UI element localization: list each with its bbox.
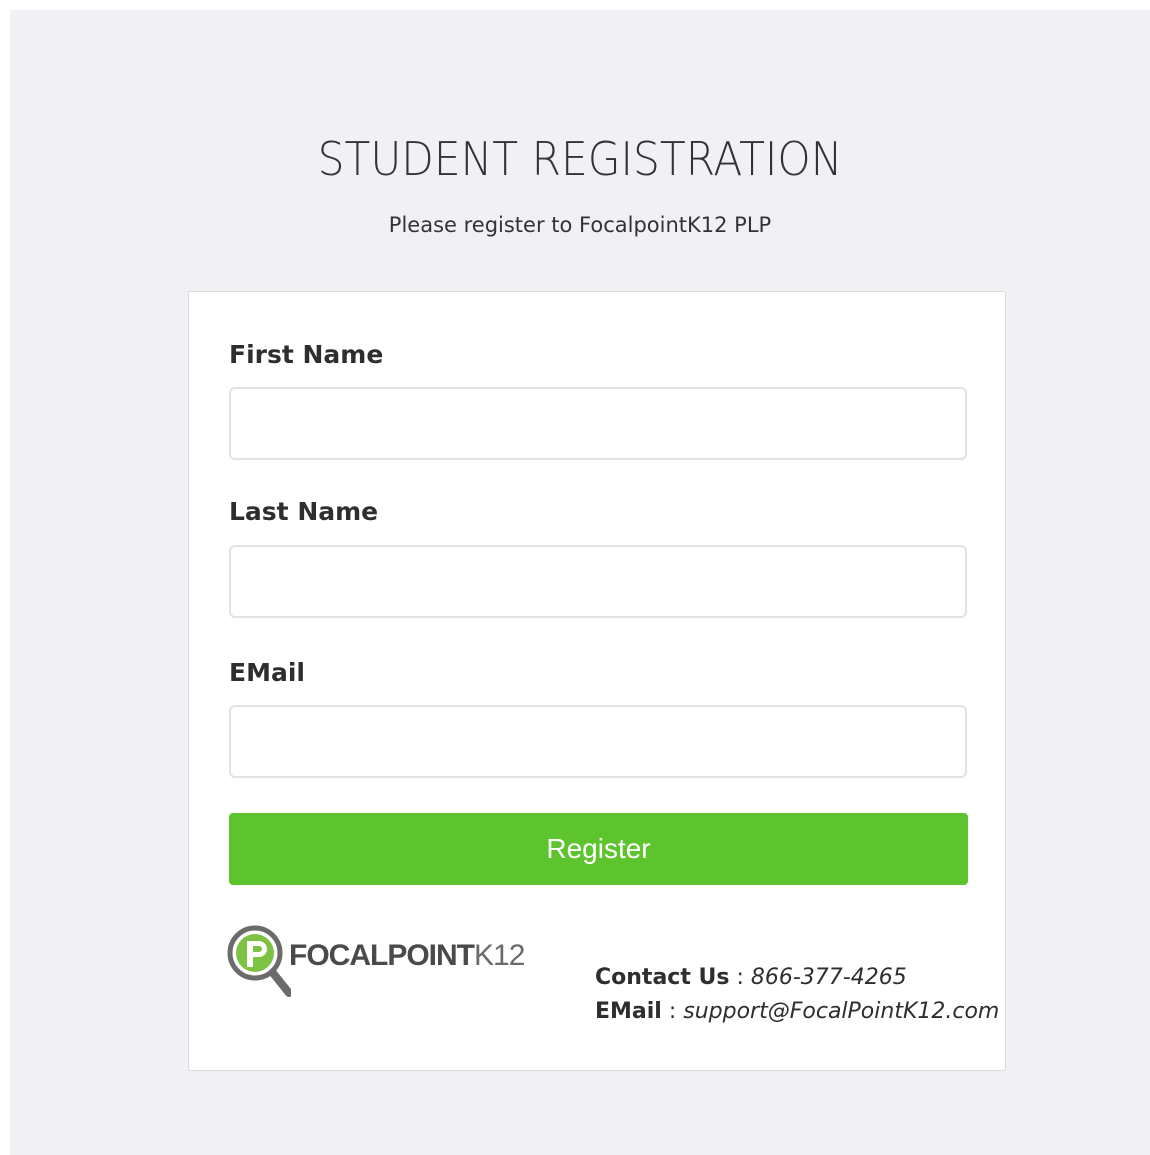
contact-email-label: EMail: [595, 999, 662, 1024]
contact-phone-label: Contact Us: [595, 965, 730, 990]
page-title: STUDENT REGISTRATION: [317, 132, 843, 186]
focalpoint-magnifier-logo-icon: [227, 925, 293, 997]
contact-phone-sep: :: [729, 965, 751, 990]
contact-email-value: support@FocalPointK12.com: [683, 999, 1000, 1024]
last-name-input[interactable]: [229, 545, 967, 618]
registration-card: First Name Last Name EMail Register FOCA…: [188, 291, 1006, 1071]
contact-phone-line: Contact Us : 866-377-4265: [595, 961, 999, 995]
contact-email-sep: :: [661, 999, 684, 1024]
first-name-input[interactable]: [229, 387, 967, 460]
contact-email-line: EMail : support@FocalPointK12.com: [595, 995, 999, 1029]
logo-wordmark-light: K12: [474, 939, 525, 972]
first-name-label: First Name: [229, 340, 384, 369]
page-subtitle: Please register to FocalpointK12 PLP: [388, 213, 772, 237]
email-label: EMail: [229, 658, 305, 687]
logo-wordmark-bold: FOCALPOINT: [289, 939, 475, 972]
email-input[interactable]: [229, 705, 967, 778]
last-name-label: Last Name: [229, 497, 379, 526]
contact-info: Contact Us : 866-377-4265 EMail : suppor…: [595, 961, 999, 1029]
contact-phone-value: 866-377-4265: [750, 965, 907, 990]
page-background: STUDENT REGISTRATION Please register to …: [10, 10, 1150, 1155]
logo-wordmark: FOCALPOINTK12: [289, 939, 525, 973]
focalpoint-logo: FOCALPOINTK12: [227, 925, 525, 1005]
register-button[interactable]: Register: [229, 813, 968, 885]
